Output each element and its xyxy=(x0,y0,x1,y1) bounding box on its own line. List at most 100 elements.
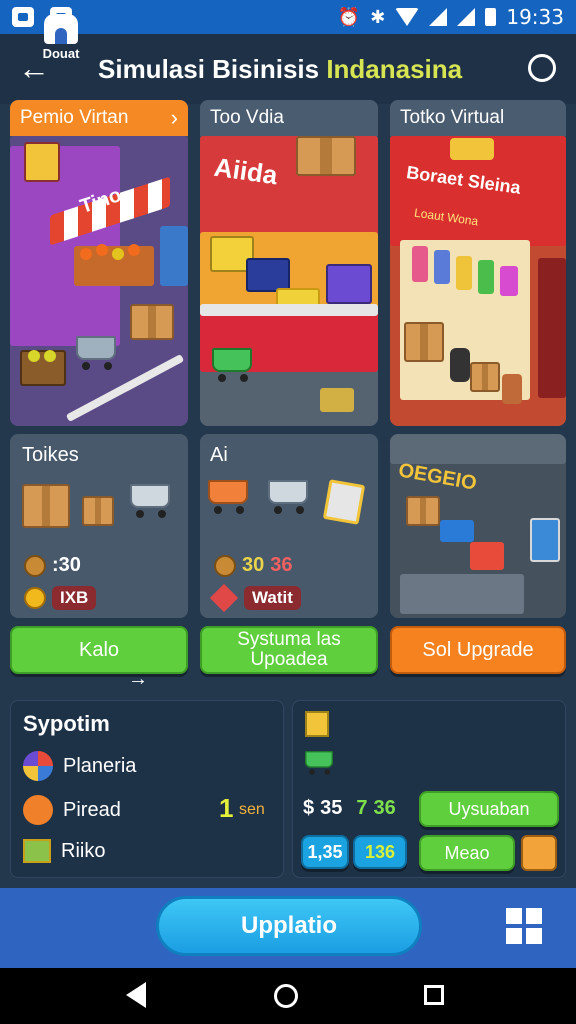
gold-cube-icon xyxy=(305,711,329,737)
cardboard-box xyxy=(82,496,114,526)
system-upgrade-button[interactable]: Systuma las Upoadea xyxy=(200,626,378,674)
stall-badge: IXB xyxy=(24,586,97,610)
system-recents-icon[interactable] xyxy=(424,985,444,1005)
settings-tile-icon[interactable] xyxy=(521,835,557,871)
main-upgrade-button[interactable]: Upplatio xyxy=(156,896,422,956)
cart-icon xyxy=(305,751,336,775)
grid-menu-icon[interactable] xyxy=(506,908,542,944)
cardboard-box xyxy=(22,484,70,528)
fruit-crate xyxy=(20,350,66,386)
bottle xyxy=(434,250,450,284)
shopping-cart xyxy=(130,484,174,518)
app-header: ← Simulasi Bisinisis Indanasina xyxy=(0,34,576,104)
stall-price: 30 36 xyxy=(214,554,293,577)
value-a: 35 xyxy=(320,797,343,819)
meao-button[interactable]: Meao xyxy=(419,835,515,871)
home-nav-button[interactable]: Douat xyxy=(36,14,86,61)
gift-bow xyxy=(450,138,494,160)
list-item[interactable]: Riiko xyxy=(23,839,105,863)
dollar-icon: $ xyxy=(303,797,315,819)
uysuaban-button[interactable]: Uysuaban xyxy=(419,791,559,827)
stall-card-2[interactable]: Ai 30 36 Watit xyxy=(200,434,378,618)
coin-icon xyxy=(24,587,46,609)
title-main: Simulasi Bisinisis xyxy=(98,54,327,84)
side-value: 1 xyxy=(219,793,234,823)
price-value-alt: 36 xyxy=(270,554,293,576)
vending-machine xyxy=(160,226,188,286)
value-c: 36 xyxy=(373,797,396,819)
cardboard-box xyxy=(406,496,440,526)
candy-box xyxy=(326,264,372,304)
fruit xyxy=(128,244,140,256)
product-tray xyxy=(246,258,290,292)
cardboard-box xyxy=(296,136,356,176)
stat-a-chip[interactable]: 1,35 xyxy=(301,835,349,869)
wifi-icon xyxy=(395,8,420,26)
globe-icon xyxy=(23,751,53,781)
store-sign xyxy=(24,142,60,182)
circle-menu-icon[interactable] xyxy=(528,54,556,82)
battery-icon xyxy=(485,8,497,26)
stall-card-3[interactable]: OEGEIO xyxy=(390,434,566,618)
shop-card-label: Too Vdia xyxy=(200,100,378,136)
system-back-icon[interactable] xyxy=(126,982,146,1008)
store-window xyxy=(530,518,560,562)
fruit xyxy=(96,244,108,256)
signal-2-icon xyxy=(457,8,476,26)
bottle xyxy=(456,256,472,290)
shop-label-text: Totko Virtual xyxy=(400,107,505,128)
bottle xyxy=(478,260,494,294)
notification-app-icon xyxy=(12,7,34,27)
gift-box xyxy=(470,542,504,570)
sol-upgrade-button[interactable]: Sol Upgrade xyxy=(390,626,566,674)
jar xyxy=(450,348,470,382)
price-value: 30 xyxy=(242,554,265,576)
fruit xyxy=(80,248,92,260)
shopping-cart xyxy=(76,336,120,370)
stall-label: Toikes xyxy=(22,444,79,466)
list-item[interactable]: Piread xyxy=(23,795,121,825)
badge-text: IXB xyxy=(52,586,97,610)
status-bar: ⏰ ✱ 19:33 xyxy=(0,0,576,34)
system-home-icon[interactable] xyxy=(274,984,298,1008)
bottle xyxy=(500,266,518,296)
value-b: 7 xyxy=(356,797,368,819)
shop-card-label: Totko Virtual xyxy=(390,100,566,136)
kalo-button[interactable]: Kalo xyxy=(10,626,188,674)
coin-bag-icon xyxy=(24,554,46,577)
shop-label-text: Too Vdia xyxy=(210,107,284,128)
system-nav-bar xyxy=(0,968,576,1024)
arrow-right-icon: → xyxy=(128,668,148,690)
alarm-icon: ⏰ xyxy=(337,7,361,27)
stall-price: :30 xyxy=(24,554,81,577)
shop-scene: Aiida xyxy=(200,136,378,426)
stall-counter xyxy=(400,574,524,614)
price-value: :30 xyxy=(52,554,81,576)
shop-card-2[interactable]: Too Vdia Aiida xyxy=(200,100,378,426)
stall-badge: Watit xyxy=(209,583,301,613)
shopping-cart xyxy=(212,348,256,382)
shopping-cart xyxy=(268,480,312,514)
home-icon xyxy=(44,14,78,44)
badge-text: Watit xyxy=(244,586,301,610)
side-value-label: sen xyxy=(239,801,265,818)
stat-b-chip[interactable]: 136 xyxy=(353,835,407,869)
shop-card-1[interactable]: Pemio Virtan › Tino xyxy=(10,100,188,426)
panel-title: Sypotim xyxy=(23,711,110,736)
stall-label: Ai xyxy=(210,444,228,466)
signal-icon xyxy=(429,8,448,26)
shop-scene: Tino xyxy=(10,136,188,426)
cube-icon xyxy=(23,839,51,863)
shop-card-label: Pemio Virtan › xyxy=(10,100,188,136)
clock: 19:33 xyxy=(506,5,564,29)
list-item-label: Piread xyxy=(63,798,121,821)
system-panel: Sypotim Planeria Piread Riiko 1 sen xyxy=(10,700,284,878)
stall-card-1[interactable]: Toikes :30 IXB xyxy=(10,434,188,618)
product-tray xyxy=(440,520,474,542)
coin-bag-icon xyxy=(214,554,236,577)
bottle xyxy=(412,246,428,282)
jar xyxy=(502,374,522,404)
shop-card-3[interactable]: Totko Virtual Boraet Sleina Loaut Wona xyxy=(390,100,566,426)
shop-label-text: Pemio Virtan xyxy=(20,107,129,128)
list-item[interactable]: Planeria xyxy=(23,751,136,781)
